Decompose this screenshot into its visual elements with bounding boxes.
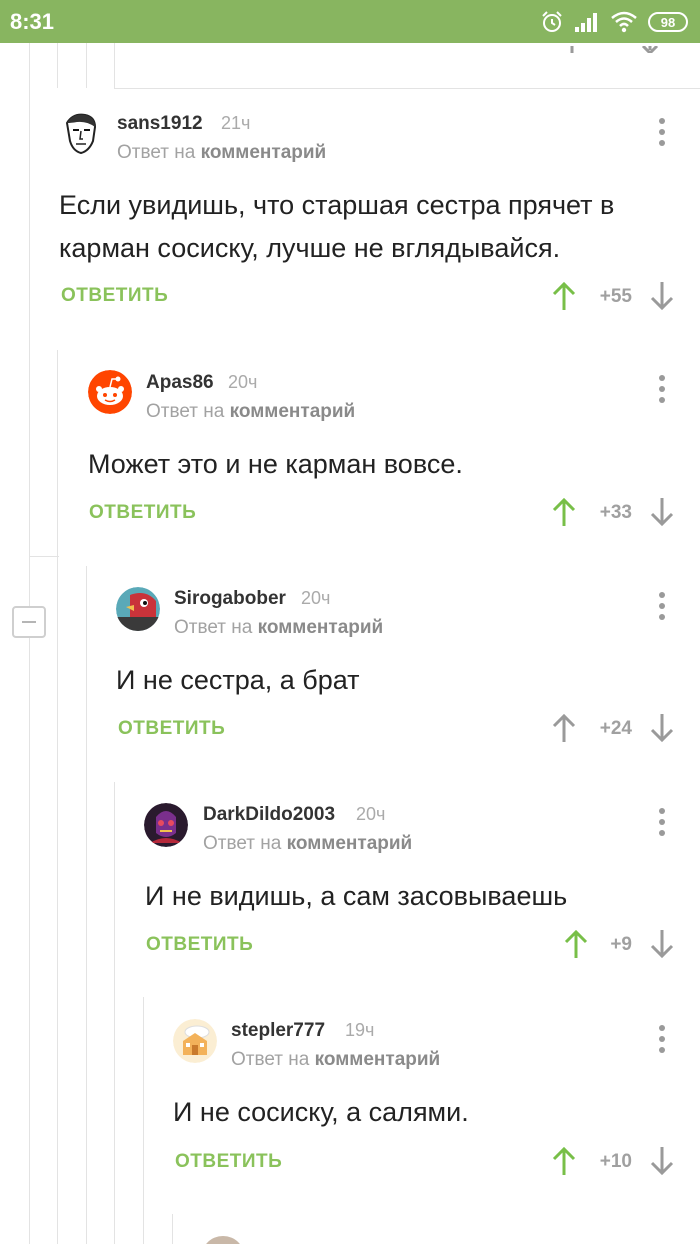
more-options-icon[interactable] [652,1023,672,1057]
comment-text: Может это и не карман вовсе. [88,449,463,479]
dark-character-avatar [144,803,188,847]
status-time: 8:31 [10,9,55,34]
user-avatar-cropped [201,1236,245,1244]
thread-line [29,43,30,606]
thread-line [172,1214,173,1244]
comment-score: +33 [599,502,632,523]
reply-info[interactable]: Ответ на комментарий [117,142,326,164]
reply-info[interactable]: Ответ на комментарий [231,1049,440,1071]
comment-text: Если увидишь, что старшая сестра прячет … [59,190,615,263]
reply-info[interactable]: Ответ на комментарий [146,401,355,423]
comment-time: 20ч [301,588,331,608]
downvote-arrow-icon[interactable] [650,713,674,743]
upvote-arrow-icon[interactable] [552,281,576,311]
wifi-icon [611,11,637,33]
reply-button[interactable]: ОТВЕТИТЬ [146,934,253,956]
comment-score: +55 [599,286,632,307]
thread-line [57,43,58,88]
comment-time: 19ч [345,1020,375,1040]
alarm-icon [542,11,562,32]
red-bird-avatar [116,587,160,631]
downvote-arrow-icon[interactable] [650,1146,674,1176]
thread-line [57,350,58,1244]
comment-time: 20ч [228,372,258,392]
comment-score: +10 [599,1151,632,1172]
comment-text: И не сосиску, а салями. [173,1097,469,1127]
reply-info[interactable]: Ответ на комментарий [174,617,383,639]
username[interactable]: stepler777 [231,1020,325,1042]
comment-time: 20ч [356,804,386,824]
thread-line [114,88,700,89]
reply-button[interactable]: ОТВЕТИТЬ [61,285,168,307]
reply-info[interactable]: Ответ на комментарий [203,833,412,855]
upvote-arrow-icon[interactable] [552,497,576,527]
reply-button[interactable]: ОТВЕТИТЬ [89,502,196,524]
more-options-icon[interactable] [652,590,672,624]
comment-time: 21ч [221,113,251,133]
thread-line [29,556,59,557]
thread-line [29,638,30,1244]
thread-line [86,566,87,1244]
battery-indicator: 98 [648,12,688,32]
downvote-arrow-icon[interactable] [650,497,674,527]
sketch-portrait-avatar [59,111,103,155]
comment-text: И не видишь, а сам засовываешь [145,881,568,911]
username[interactable]: sans1912 [117,113,203,135]
thread-line [114,782,115,1244]
comment-score: +9 [610,934,632,955]
thread-line [86,43,87,88]
upvote-arrow-icon[interactable] [552,1146,576,1176]
thread-line [114,43,115,88]
thread-line [143,997,144,1244]
user-avatar[interactable] [116,587,160,631]
username[interactable]: Apas86 [146,372,214,394]
cartoon-house-avatar [173,1019,217,1063]
upvote-arrow-icon[interactable] [564,929,588,959]
signal-icon [575,13,597,32]
status-bar: 8:31 98 [0,0,700,43]
reddit-alien-avatar [88,370,132,414]
comment-score: +24 [599,718,632,739]
username[interactable]: Sirogabober [174,588,286,610]
collapse-thread-button[interactable] [12,606,46,638]
downvote-arrow-icon[interactable] [650,281,674,311]
more-options-icon[interactable] [652,116,672,150]
reply-button[interactable]: ОТВЕТИТЬ [175,1151,282,1173]
reply-button[interactable]: ОТВЕТИТЬ [118,718,225,740]
user-avatar[interactable] [144,803,188,847]
user-avatar[interactable] [88,370,132,414]
upvote-arrow-icon[interactable] [552,713,576,743]
comment-text: И не сестра, а брат [116,665,360,695]
user-avatar[interactable] [59,111,103,155]
username[interactable]: DarkDildo2003 [203,804,335,826]
downvote-arrow-icon[interactable] [650,929,674,959]
user-avatar[interactable] [173,1019,217,1063]
more-options-icon[interactable] [652,373,672,407]
more-options-icon[interactable] [652,806,672,840]
previous-comment-actions-cropped [560,43,680,53]
